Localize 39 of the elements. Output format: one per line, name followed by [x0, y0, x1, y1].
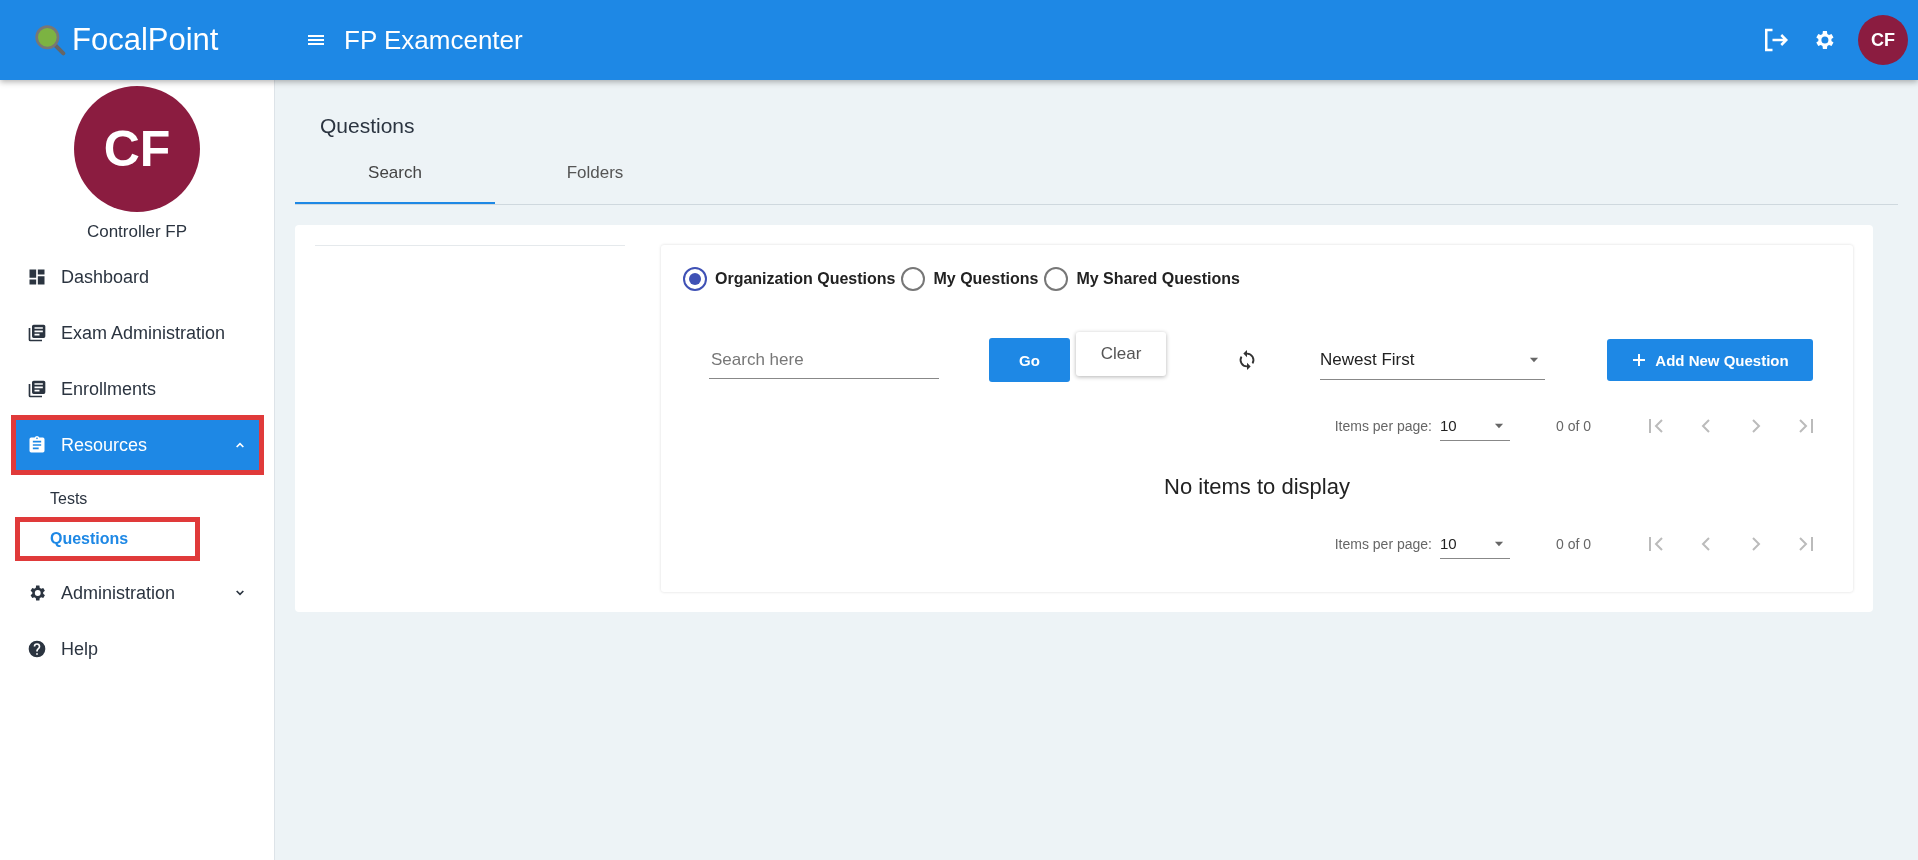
page-range: 0 of 0: [1555, 536, 1591, 552]
profile-avatar: CF: [74, 86, 200, 212]
user-name: Controller FP: [86, 222, 188, 242]
items-per-page-label: Items per page:: [1334, 418, 1432, 434]
brand-name: FocalPoint: [72, 22, 219, 58]
nav-subitem[interactable]: Tests: [17, 479, 198, 519]
library-books-icon: [27, 323, 47, 343]
help-icon: [27, 639, 47, 659]
plus-icon: [1631, 352, 1648, 368]
magnifier-logo-icon: [34, 24, 66, 56]
page-size-select[interactable]: 10: [1439, 529, 1510, 559]
user-avatar[interactable]: CF: [1858, 15, 1908, 65]
go-button[interactable]: Go: [989, 338, 1070, 382]
clear-button[interactable]: Clear: [1076, 332, 1166, 376]
page-title: Questions: [320, 114, 416, 139]
tab[interactable]: Folders: [495, 144, 695, 204]
nav-item[interactable]: Exam Administration: [13, 305, 262, 361]
nav-item[interactable]: Administration: [13, 565, 262, 621]
tab[interactable]: Search: [295, 144, 495, 204]
radio-icon[interactable]: [1044, 267, 1069, 291]
items-per-page-label: Items per page:: [1334, 536, 1432, 552]
nav-item[interactable]: Dashboard: [13, 249, 262, 305]
nav-subitem[interactable]: Questions: [17, 519, 198, 559]
radio-option[interactable]: My Questions: [901, 267, 1039, 291]
app-title: FP Examcenter: [344, 24, 523, 56]
page-range: 0 of 0: [1555, 418, 1591, 434]
empty-message: No items to display: [1163, 474, 1351, 500]
radio-icon[interactable]: [901, 267, 926, 291]
nav-item[interactable]: Help: [13, 621, 262, 677]
sort-dropdown[interactable]: Newest First: [1320, 340, 1545, 380]
nav-item[interactable]: Resources: [13, 417, 262, 473]
radio-option[interactable]: Organization Questions: [683, 267, 896, 291]
dashboard-icon: [27, 267, 47, 287]
radio-option[interactable]: My Shared Questions: [1044, 267, 1240, 291]
add-question-button[interactable]: Add New Question: [1607, 339, 1813, 381]
library-books-icon: [27, 379, 47, 399]
page-size-select[interactable]: 10: [1439, 411, 1510, 441]
radio-icon[interactable]: [683, 267, 707, 291]
clipboard-icon: [27, 435, 47, 455]
